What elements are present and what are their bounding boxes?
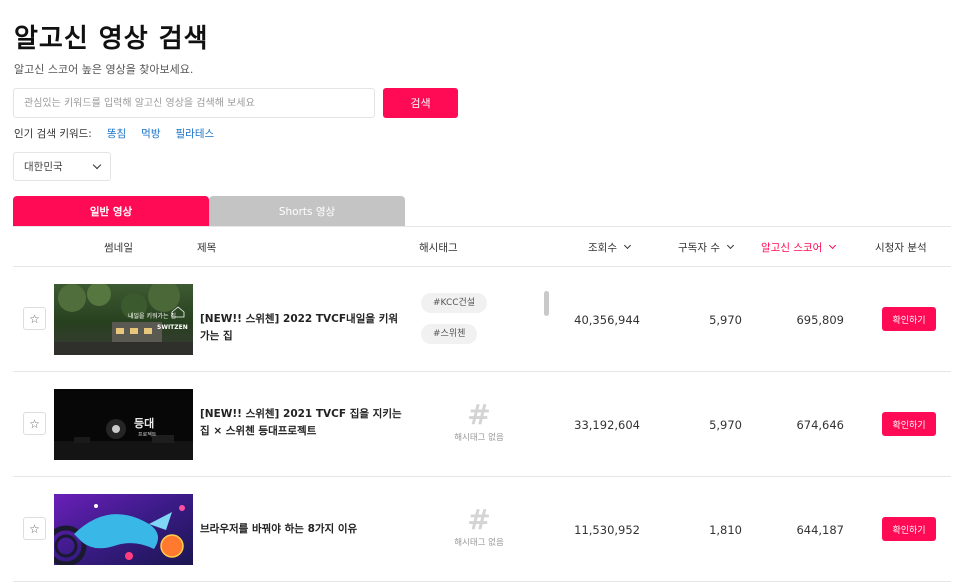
search-input[interactable]	[13, 88, 375, 118]
no-hashtag: # 해시태그 없음	[434, 503, 524, 549]
column-header-label: 구독자 수	[678, 241, 720, 254]
column-header-title: 제목	[197, 227, 216, 267]
column-header-views[interactable]: 조회수	[588, 227, 632, 267]
hashtag-chip[interactable]: #스위첸	[421, 324, 478, 344]
tab-shorts-videos[interactable]: Shorts 영상	[209, 196, 405, 226]
analysis-confirm-button[interactable]: 확인하기	[882, 307, 936, 331]
star-icon: ☆	[29, 311, 40, 326]
column-header-label: 조회수	[588, 241, 617, 254]
thumbnail-caption-sub: 프로젝트	[138, 431, 157, 438]
view-count: 33,192,604	[574, 418, 640, 432]
thumbnail-caption: 등대	[134, 416, 154, 430]
no-hashtag-label: 해시태그 없음	[454, 433, 504, 443]
country-select-value: 대한민국	[24, 161, 63, 173]
column-header-label: 시청자 분석	[875, 241, 927, 254]
table-header: 썸네일 제목 해시태그 조회수 구독자 수 알고신 스코어 시청자 분석	[13, 226, 951, 267]
thumbnail-image	[54, 494, 193, 565]
popular-keyword-link[interactable]: 필라테스	[176, 126, 215, 141]
column-header-subscribers[interactable]: 구독자 수	[678, 227, 735, 267]
column-header-label: 해시태그	[419, 241, 458, 254]
column-header-label: 알고신 스코어	[761, 241, 823, 254]
table-row: ☆ 내일을 키워가는 집 SWITZEN [NEW!! 스위첸] 2022 TV…	[13, 267, 951, 372]
table-row: ☆ 등대 프로젝트 [NEW!! 스위첸] 2021 TVCF 집을 지키는 집…	[13, 372, 951, 477]
chevron-down-icon	[726, 241, 735, 249]
favorite-button[interactable]: ☆	[23, 412, 46, 435]
video-title[interactable]: 브라우저를 바꿔야 하는 8가지 이유	[200, 521, 410, 538]
tab-general-videos[interactable]: 일반 영상	[13, 196, 209, 226]
subscriber-count: 5,970	[709, 313, 742, 327]
view-count: 40,356,944	[574, 313, 640, 327]
column-header-thumbnail: 썸네일	[104, 227, 133, 267]
star-icon: ☆	[29, 521, 40, 536]
algosin-score: 674,646	[796, 418, 844, 432]
popular-keyword-link[interactable]: 똥침	[107, 126, 126, 141]
video-thumbnail[interactable]: 내일을 키워가는 집 SWITZEN	[54, 284, 193, 355]
column-header-score[interactable]: 알고신 스코어	[761, 227, 837, 267]
popular-keywords-label: 인기 검색 키워드:	[14, 128, 92, 140]
search-button[interactable]: 검색	[383, 88, 458, 118]
page-title: 알고신 영상 검색	[14, 24, 209, 54]
subscriber-count: 1,810	[709, 523, 742, 537]
subscriber-count: 5,970	[709, 418, 742, 432]
popular-keywords: 인기 검색 키워드: 똥침 먹방 필라테스	[14, 126, 214, 141]
no-hashtag: # 해시태그 없음	[434, 398, 524, 444]
thumbnail-brand: SWITZEN	[157, 324, 188, 331]
chevron-down-icon	[92, 160, 102, 169]
hashtag-chip[interactable]: #KCC건설	[421, 293, 488, 313]
view-count: 11,530,952	[574, 523, 640, 537]
video-title[interactable]: [NEW!! 스위첸] 2021 TVCF 집을 지키는 집 × 스위첸 등대프…	[200, 406, 410, 440]
algosin-score: 695,809	[796, 313, 844, 327]
analysis-confirm-button[interactable]: 확인하기	[882, 412, 936, 436]
column-header-label: 제목	[197, 241, 217, 254]
video-thumbnail[interactable]: 등대 프로젝트	[54, 389, 193, 460]
hashtag-list: #KCC건설 #스위첸 #	[421, 290, 539, 346]
column-header-hashtag: 해시태그	[419, 227, 458, 267]
favorite-button[interactable]: ☆	[23, 517, 46, 540]
chevron-down-icon	[829, 241, 837, 249]
favorite-button[interactable]: ☆	[23, 307, 46, 330]
thumbnail-image: 등대 프로젝트	[54, 389, 193, 460]
page-subtitle: 알고신 스코어 높은 영상을 찾아보세요.	[14, 63, 194, 76]
hashtag-scrollbar[interactable]	[544, 291, 549, 316]
thumbnail-image: 내일을 키워가는 집 SWITZEN	[54, 284, 193, 355]
country-select[interactable]: 대한민국	[13, 152, 111, 181]
video-thumbnail[interactable]	[54, 494, 193, 565]
column-header-label: 썸네일	[104, 241, 133, 254]
algosin-score: 644,187	[796, 523, 844, 537]
hash-icon: #	[467, 398, 491, 431]
table-row: ☆ 브라우저를 바꿔야 하는 8가지 이유 # 해시태그 없음 11,530,9…	[13, 477, 951, 582]
analysis-confirm-button[interactable]: 확인하기	[882, 517, 936, 541]
star-icon: ☆	[29, 416, 40, 431]
popular-keyword-link[interactable]: 먹방	[141, 126, 160, 141]
video-title[interactable]: [NEW!! 스위첸] 2022 TVCF내일을 키워 가는 집	[200, 311, 410, 345]
hash-icon: #	[467, 503, 491, 536]
video-table: 썸네일 제목 해시태그 조회수 구독자 수 알고신 스코어 시청자 분석 ☆ 내…	[13, 226, 951, 582]
chevron-down-icon	[623, 241, 632, 249]
column-header-analysis: 시청자 분석	[875, 227, 927, 267]
no-hashtag-label: 해시태그 없음	[454, 538, 504, 548]
thumbnail-caption: 내일을 키워가는 집	[128, 312, 176, 320]
